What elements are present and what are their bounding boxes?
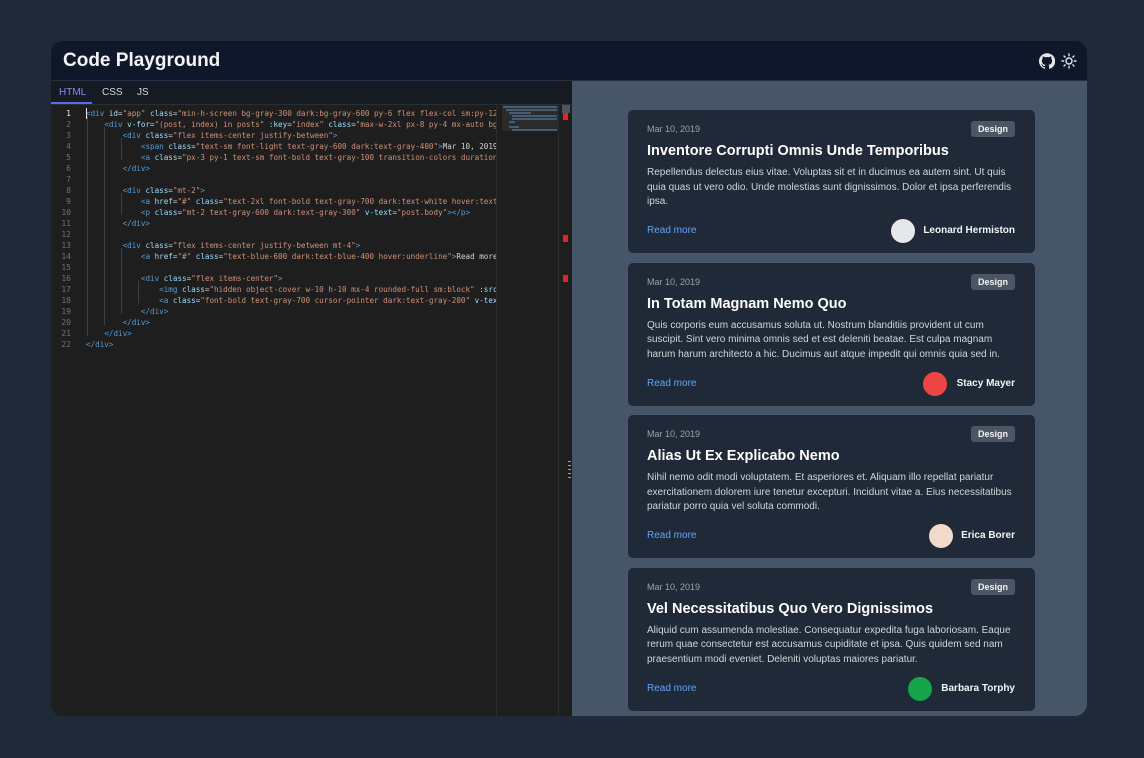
author-avatar [908,676,932,701]
post-body: Repellendus delectus eius vitae. Volupta… [647,167,1012,207]
author-avatar [891,219,915,243]
post-card: Mar 10, 2019 Design Inventore Corrupti Omn… [628,110,1035,253]
minimap[interactable] [496,105,564,716]
line-number: 17 [61,285,71,294]
error-marker [563,235,568,242]
author-name[interactable]: Stacy Mayer [957,378,1015,389]
post-title[interactable]: Vel Necessitatibus Quo Vero Dignissimos [647,601,933,617]
line-number: 16 [61,274,71,283]
post-date: Mar 10, 2019 [647,429,701,439]
code-area[interactable]: <div id="app" class="min-h-screen bg-gra… [86,105,496,716]
line-number: 6 [66,164,71,173]
app-title: Code Playground [63,50,221,71]
error-marker [563,113,568,120]
line-number: 1 [66,109,71,118]
sun-icon[interactable] [1061,53,1077,69]
code-line: </div> [122,318,151,327]
line-number: 13 [61,241,71,250]
code-line: <div class="flex items-center justify-be… [122,131,338,140]
code-line: <a class="px-3 py-1 text-sm font-bold te… [140,153,496,162]
post-title[interactable]: Inventore Corrupti Omnis Unde Temporibus [647,143,949,159]
code-line: <div id="app" class="min-h-screen bg-gra… [86,109,496,118]
code-line: </div> [122,164,151,173]
line-number: 11 [61,219,71,228]
github-icon[interactable] [1039,53,1055,69]
code-line: </div> [122,219,151,228]
line-number: 20 [61,318,71,327]
code-line: <img class="hidden object-cover w-10 h-1… [159,285,496,294]
author-avatar [929,524,953,548]
author-avatar [923,371,947,396]
code-line: <div v-for="(post, index) in posts" :key… [104,120,496,129]
read-more-link[interactable]: Read more [647,530,696,541]
line-number: 14 [61,252,71,261]
line-number: 15 [61,263,71,272]
line-number: 21 [61,329,71,338]
code-line: <div class="mt-2"> [122,186,205,195]
author-name[interactable]: Leonard Hermiston [923,225,1015,236]
code-line: <a class="font-bold text-gray-700 cursor… [159,296,496,305]
post-title[interactable]: In Totam Magnam Nemo Quo [647,296,847,312]
line-number: 10 [61,208,71,217]
post-card: Mar 10, 2019 Design Alias Ut Ex Explicabo … [628,415,1035,558]
code-line: <p class="mt-2 text-gray-600 dark:text-g… [140,208,471,217]
post-date: Mar 10, 2019 [647,276,701,287]
line-number: 19 [61,307,71,316]
code-line: <a href="#" class="text-blue-600 dark:te… [140,252,496,261]
post-body: Aliquid cum assumenda molestiae. Consequ… [647,624,1011,665]
line-number: 18 [61,296,71,305]
read-more-link[interactable]: Read more [647,225,696,236]
error-marker [563,275,568,282]
code-editor-panel: HTML CSS JS 1 2 3 4 5 6 7 8 9 10 11 12 13 14 15 16 17 18 1… [51,81,572,716]
line-number: 4 [66,142,71,151]
line-number: 7 [66,175,71,184]
code-line: </div> [140,307,169,316]
code-line: <div class="flex items-center justify-be… [122,241,361,250]
read-more-link[interactable]: Read more [647,378,696,389]
code-line: </div> [104,329,132,338]
line-number: 22 [61,340,71,349]
code-line: </div> [86,340,114,349]
post-body: Quis corporis eum accusamus soluta ut. N… [647,319,1000,360]
line-number: 9 [66,197,71,206]
post-date: Mar 10, 2019 [647,581,701,592]
tab-css[interactable]: CSS [102,87,123,98]
line-number: 12 [61,230,71,239]
post-date: Mar 10, 2019 [647,124,701,134]
text-cursor [86,108,87,119]
tab-js[interactable]: JS [137,87,149,98]
line-number: 2 [66,120,71,129]
read-more-link[interactable]: Read more [647,683,696,694]
category-badge[interactable]: Design [970,121,1015,137]
app-header: Code Playground [51,41,1087,81]
code-line: <div class="flex items-center"> [140,274,283,283]
line-number: 3 [66,131,71,140]
author-name[interactable]: Barbara Torphy [941,683,1015,694]
line-number: 5 [66,153,71,162]
app-window: Code Playground HTML CSS JS 1 2 3 4 5 6 7 8 9 10 1… [51,41,1087,716]
code-line: <a href="#" class="text-2xl font-bold te… [140,197,496,206]
tab-html[interactable]: HTML [59,87,86,98]
editor-scrollbar[interactable] [558,105,572,716]
preview-panel: Mar 10, 2019 Design Inventore Corrupti Omn… [572,81,1087,716]
category-badge[interactable]: Design [970,273,1015,290]
active-tab-indicator [51,102,92,104]
author-name[interactable]: Erica Borer [961,530,1015,541]
post-body: Nihil nemo odit modi voluptatem. Et aspe… [647,472,1012,512]
post-title[interactable]: Alias Ut Ex Explicabo Nemo [647,448,840,464]
code-line: <span class="text-sm font-light text-gra… [140,142,496,151]
post-card: Mar 10, 2019 Design Vel Necessitatibus Quo… [628,567,1035,711]
line-number: 8 [66,186,71,195]
scrollbar-thumb[interactable] [562,105,570,113]
category-badge[interactable]: Design [970,426,1015,442]
line-number-gutter: 1 2 3 4 5 6 7 8 9 10 11 12 13 14 15 16 17 18 19 20 21 22 [51,105,81,716]
post-card: Mar 10, 2019 Design In Totam Magnam Nemo Q… [628,262,1035,406]
editor-tabs: HTML CSS JS [51,81,572,105]
category-badge[interactable]: Design [970,578,1015,595]
